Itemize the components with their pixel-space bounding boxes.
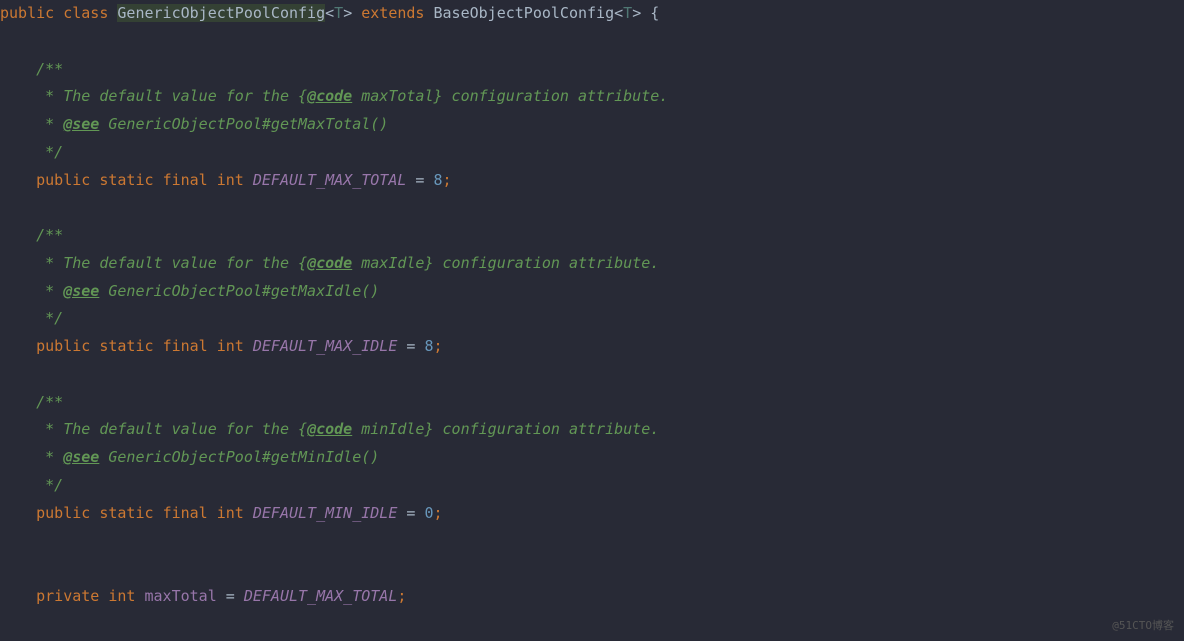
- javadoc-open: /**: [0, 56, 1184, 84]
- field-name: maxTotal: [145, 587, 217, 605]
- javadoc-see: * @see GenericObjectPool#getMaxIdle(): [0, 278, 1184, 306]
- javadoc-see-tag: @see: [63, 448, 99, 466]
- field-declaration: public static final int DEFAULT_MIN_IDLE…: [0, 500, 1184, 528]
- constant-name: DEFAULT_MIN_IDLE: [253, 504, 398, 522]
- brace-open: {: [650, 4, 659, 22]
- javadoc-see: * @see GenericObjectPool#getMaxTotal(): [0, 111, 1184, 139]
- javadoc-desc: * The default value for the {@code maxId…: [0, 250, 1184, 278]
- field-declaration: public static final int DEFAULT_MAX_IDLE…: [0, 333, 1184, 361]
- blank-line: [0, 555, 1184, 583]
- constant-name: DEFAULT_MAX_TOTAL: [253, 171, 407, 189]
- number-literal: 8: [424, 337, 433, 355]
- javadoc-see-tag: @see: [63, 115, 99, 133]
- javadoc-close: */: [0, 305, 1184, 333]
- code-line: public class GenericObjectPoolConfig<T> …: [0, 0, 1184, 28]
- number-literal: 8: [434, 171, 443, 189]
- keyword-class: class: [63, 4, 108, 22]
- class-declaration-name: GenericObjectPoolConfig: [117, 4, 325, 22]
- field-declaration: private int maxTotal = DEFAULT_MAX_TOTAL…: [0, 583, 1184, 611]
- blank-line: [0, 194, 1184, 222]
- code-editor[interactable]: public class GenericObjectPoolConfig<T> …: [0, 0, 1184, 611]
- keyword-public: public: [0, 4, 54, 22]
- constant-name: DEFAULT_MAX_IDLE: [253, 337, 398, 355]
- javadoc-reference: GenericObjectPool#getMaxIdle(): [99, 282, 379, 300]
- keyword-extends: extends: [361, 4, 424, 22]
- generic-type: T: [623, 4, 632, 22]
- javadoc-code-tag: @code: [307, 420, 352, 438]
- javadoc-code-tag: @code: [307, 87, 352, 105]
- generic-open: <: [614, 4, 623, 22]
- javadoc-close: */: [0, 139, 1184, 167]
- javadoc-reference: GenericObjectPool#getMaxTotal(): [99, 115, 388, 133]
- generic-type: T: [334, 4, 343, 22]
- javadoc-open: /**: [0, 389, 1184, 417]
- number-literal: 0: [424, 504, 433, 522]
- watermark: @51CTO博客: [1112, 616, 1174, 636]
- javadoc-see-tag: @see: [63, 282, 99, 300]
- javadoc-close: */: [0, 472, 1184, 500]
- constant-reference: DEFAULT_MAX_TOTAL: [244, 587, 398, 605]
- javadoc-see: * @see GenericObjectPool#getMinIdle(): [0, 444, 1184, 472]
- javadoc-code-tag: @code: [307, 254, 352, 272]
- blank-line: [0, 527, 1184, 555]
- generic-close: >: [343, 4, 352, 22]
- generic-close: >: [632, 4, 641, 22]
- javadoc-reference: GenericObjectPool#getMinIdle(): [99, 448, 379, 466]
- blank-line: [0, 28, 1184, 56]
- field-declaration: public static final int DEFAULT_MAX_TOTA…: [0, 167, 1184, 195]
- javadoc-open: /**: [0, 222, 1184, 250]
- javadoc-desc: * The default value for the {@code minId…: [0, 416, 1184, 444]
- parent-class-name: BaseObjectPoolConfig: [434, 4, 615, 22]
- blank-line: [0, 361, 1184, 389]
- generic-open: <: [325, 4, 334, 22]
- javadoc-desc: * The default value for the {@code maxTo…: [0, 83, 1184, 111]
